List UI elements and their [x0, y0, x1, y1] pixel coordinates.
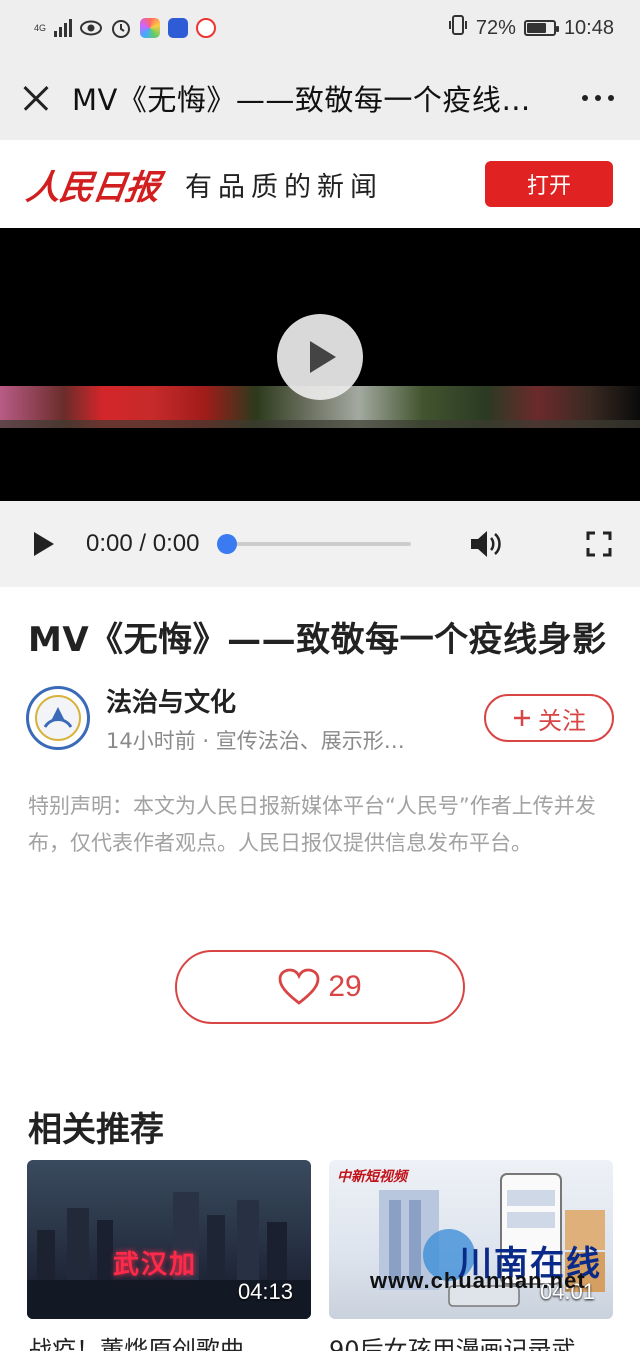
close-icon[interactable]: [22, 84, 50, 112]
signal-indicator: 4G: [34, 22, 47, 33]
heart-icon: [278, 968, 320, 1005]
status-bar: 4G 72% 10:48: [0, 0, 640, 56]
follow-button[interactable]: 关注: [484, 694, 614, 742]
play-icon[interactable]: [34, 531, 56, 557]
baidu-app-icon: [168, 18, 189, 38]
alarm-icon: [110, 17, 132, 39]
thumbnail-overlay-text: 武汉加: [113, 1250, 198, 1280]
time-display: 0:00 / 0:00: [86, 530, 200, 557]
plus-icon: [514, 710, 530, 726]
gallery-app-icon: [140, 18, 161, 38]
news-app-icon: [196, 18, 217, 38]
title-bar: MV《无悔》——致敬每一个疫线…: [0, 56, 640, 140]
recommendation-title[interactable]: 战疫！董烨原创歌曲: [28, 1330, 328, 1351]
progress-bar[interactable]: [217, 534, 412, 554]
volume-icon[interactable]: [469, 529, 503, 559]
status-left: 4G: [34, 17, 217, 39]
author-avatar[interactable]: [26, 686, 90, 750]
people-daily-logo: 人民日报: [23, 167, 162, 208]
disclaimer-text: 特别声明：本文为人民日报新媒体平台“人民号”作者上传并发布，仅代表作者观点。人民…: [28, 794, 596, 855]
status-right: 72% 10:48: [448, 14, 614, 42]
banner-slogan: 有品质的新闻: [185, 171, 383, 203]
network-type: 4G: [34, 22, 47, 33]
like-button[interactable]: 29: [175, 950, 465, 1024]
battery-fill: [526, 23, 546, 33]
article-title: MV《无悔》——致敬每一个疫线身影: [28, 620, 607, 660]
page-title: MV《无悔》——致敬每一个疫线…: [72, 83, 531, 117]
watermark-url: www.chuannan.net: [370, 1268, 586, 1293]
thumbnail-overlay-text: 中新短视频: [337, 1169, 407, 1185]
video-player[interactable]: [0, 228, 640, 501]
like-count: 29: [328, 970, 362, 1003]
battery-percent: 72%: [475, 16, 516, 39]
play-overlay-button[interactable]: [277, 314, 363, 400]
more-options-icon[interactable]: [582, 95, 614, 101]
eye-icon: [80, 17, 103, 39]
video-duration: 04:13: [237, 1279, 293, 1304]
fullscreen-icon[interactable]: [586, 531, 612, 557]
signal-bars-icon: [54, 19, 73, 37]
author-meta: 14小时前 · 宣传法治、展示形…: [106, 728, 405, 753]
clock: 10:48: [563, 16, 614, 39]
open-app-button[interactable]: 打开: [485, 161, 613, 207]
progress-thumb[interactable]: [217, 534, 238, 554]
app-banner: 人民日报 有品质的新闻 打开: [0, 140, 640, 228]
recommendation-title[interactable]: 90后女孩用漫画记录武: [329, 1330, 629, 1351]
vibrate-icon: [448, 14, 468, 42]
follow-label: 关注: [538, 706, 586, 735]
recommendation-thumbnail[interactable]: 武汉加 04:13: [27, 1160, 311, 1319]
author-row: 法治与文化 14小时前 · 宣传法治、展示形… 关注: [26, 686, 614, 753]
author-name[interactable]: 法治与文化: [106, 682, 434, 719]
video-controls: 0:00 / 0:00: [0, 501, 640, 587]
battery-icon: [523, 20, 559, 36]
emblem-icon: [35, 695, 81, 741]
section-title: 相关推荐: [28, 1110, 164, 1150]
author-info: 法治与文化 14小时前 · 宣传法治、展示形…: [106, 682, 434, 755]
